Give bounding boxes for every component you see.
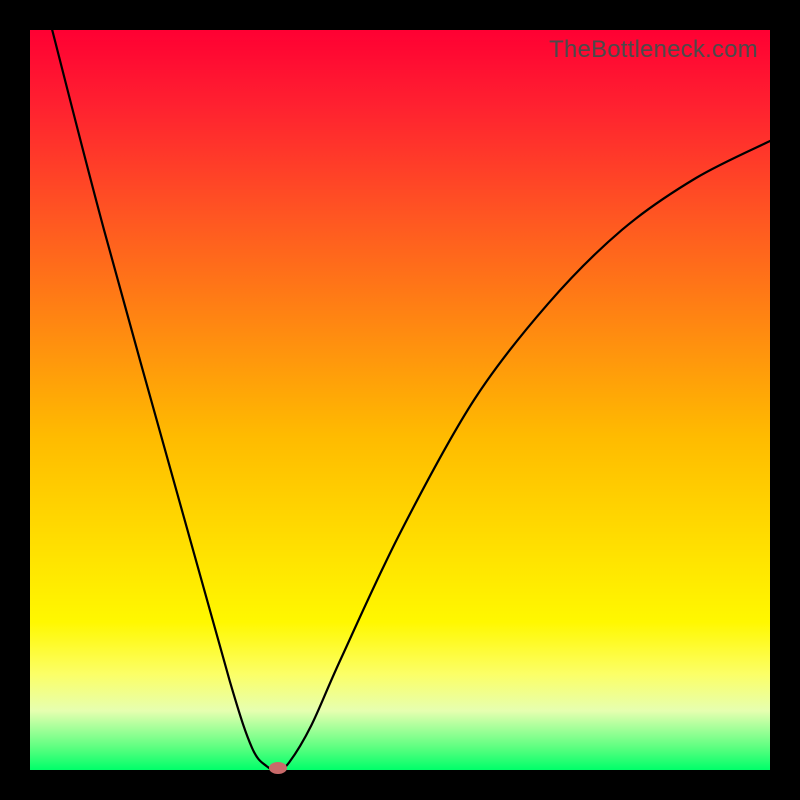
plot-area: TheBottleneck.com [30,30,770,770]
chart-curve [30,30,770,770]
chart-container: TheBottleneck.com [0,0,800,800]
minimum-marker [269,762,287,774]
